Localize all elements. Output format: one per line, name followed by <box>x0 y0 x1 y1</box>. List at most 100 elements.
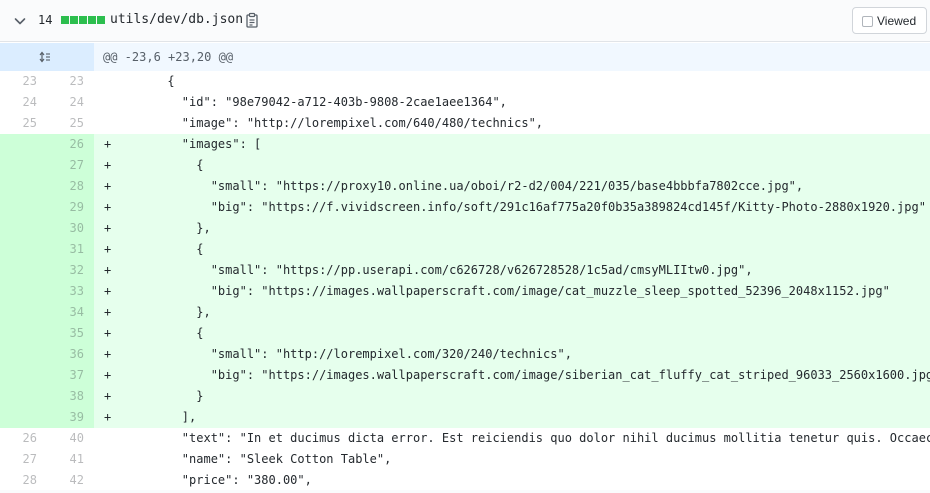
diffstat-block <box>61 16 69 24</box>
diff-marker: + <box>104 410 112 424</box>
change-count: 14 <box>38 13 53 27</box>
code-text: "big": "https://images.wallpaperscraft.c… <box>124 284 890 298</box>
code-text: { <box>124 326 204 340</box>
diffstat-block <box>79 16 87 24</box>
code-text: }, <box>124 221 211 235</box>
diff-marker: + <box>104 179 112 193</box>
added-line: 31 + { <box>0 239 930 260</box>
context-line: 27 41 "name": "Sleek Cotton Table", <box>0 449 930 470</box>
code-text: ], <box>124 410 197 424</box>
clipboard-icon[interactable] <box>244 12 260 28</box>
code-text: "small": "https://proxy10.online.ua/oboi… <box>124 179 804 193</box>
new-line-number[interactable]: 28 <box>47 176 94 197</box>
added-line: 36 + "small": "http://lorempixel.com/320/… <box>0 344 930 365</box>
new-line-number[interactable]: 29 <box>47 197 94 218</box>
context-line: 26 40 "text": "In et ducimus dicta error.… <box>0 428 930 449</box>
context-line: 28 42 "price": "380.00", <box>0 470 930 491</box>
diff-marker: + <box>104 368 112 382</box>
code-text: { <box>124 242 204 256</box>
code-text: "price": "380.00", <box>124 473 312 487</box>
code-text: "name": "Sleek Cotton Table", <box>124 452 392 466</box>
diff-marker: + <box>104 200 112 214</box>
context-line: 25 25 "image": "http://lorempixel.com/640… <box>0 113 930 134</box>
old-line-number[interactable] <box>0 386 47 407</box>
new-line-number[interactable]: 25 <box>47 113 94 134</box>
code-text: "small": "https://pp.userapi.com/c626728… <box>124 263 753 277</box>
diffstat <box>61 16 106 25</box>
file-header: 14 utils/dev/db.json Viewed <box>0 0 930 42</box>
code-text: "big": "https://f.vividscreen.info/soft/… <box>124 200 926 214</box>
old-line-number[interactable] <box>0 302 47 323</box>
code-text: "small": "http://lorempixel.com/320/240/… <box>124 347 572 361</box>
added-line: 33 + "big": "https://images.wallpaperscra… <box>0 281 930 302</box>
old-line-number[interactable] <box>0 281 47 302</box>
unfold-icon[interactable] <box>37 50 53 64</box>
chevron-down-icon[interactable] <box>12 13 28 29</box>
old-line-number[interactable]: 26 <box>0 428 47 449</box>
code-text: { <box>124 74 175 88</box>
new-line-number[interactable]: 32 <box>47 260 94 281</box>
diff-marker: + <box>104 242 112 256</box>
old-line-number[interactable]: 25 <box>0 113 47 134</box>
new-line-number[interactable]: 26 <box>47 134 94 155</box>
viewed-checkbox[interactable] <box>862 16 873 27</box>
added-line: 38 + } <box>0 386 930 407</box>
new-line-number[interactable]: 30 <box>47 218 94 239</box>
added-line: 35 + { <box>0 323 930 344</box>
new-line-number[interactable]: 37 <box>47 365 94 386</box>
added-line: 37 + "big": "https://images.wallpaperscra… <box>0 365 930 386</box>
old-line-number[interactable]: 23 <box>0 71 47 92</box>
hunk-expand-gutter[interactable] <box>0 43 94 71</box>
new-line-number[interactable]: 40 <box>47 428 94 449</box>
diff-marker: + <box>104 284 112 298</box>
old-line-number[interactable] <box>0 218 47 239</box>
new-line-number[interactable]: 34 <box>47 302 94 323</box>
old-line-number[interactable]: 27 <box>0 449 47 470</box>
old-line-number[interactable]: 24 <box>0 92 47 113</box>
new-line-number[interactable]: 23 <box>47 71 94 92</box>
old-line-number[interactable] <box>0 407 47 428</box>
old-line-number[interactable] <box>0 176 47 197</box>
new-line-number[interactable]: 38 <box>47 386 94 407</box>
new-line-number[interactable]: 35 <box>47 323 94 344</box>
new-line-number[interactable]: 39 <box>47 407 94 428</box>
context-line: 24 24 "id": "98e79042-a712-403b-9808-2cae… <box>0 92 930 113</box>
diffstat-block <box>70 16 78 24</box>
old-line-number[interactable]: 28 <box>0 470 47 491</box>
diff-marker: + <box>104 305 112 319</box>
file-name[interactable]: utils/dev/db.json <box>110 12 243 27</box>
new-line-number[interactable]: 36 <box>47 344 94 365</box>
old-line-number[interactable] <box>0 365 47 386</box>
diff-lines: 23 23 {24 24 "id": "98e79042-a712-403b-980… <box>0 71 930 491</box>
old-line-number[interactable] <box>0 155 47 176</box>
added-line: 39 + ], <box>0 407 930 428</box>
code-text: } <box>124 389 204 403</box>
new-line-number[interactable]: 27 <box>47 155 94 176</box>
code-text: "big": "https://images.wallpaperscraft.c… <box>124 368 930 382</box>
old-line-number[interactable] <box>0 197 47 218</box>
new-line-number[interactable]: 24 <box>47 92 94 113</box>
added-line: 29 + "big": "https://f.vividscreen.info/s… <box>0 197 930 218</box>
old-line-number[interactable] <box>0 134 47 155</box>
old-line-number[interactable] <box>0 239 47 260</box>
diff-marker: + <box>104 326 112 340</box>
viewed-toggle[interactable]: Viewed <box>852 7 927 34</box>
hunk-range: @@ -23,6 +23,20 @@ <box>103 50 234 64</box>
old-line-number[interactable] <box>0 260 47 281</box>
diff-marker: + <box>104 221 112 235</box>
diffstat-block <box>88 16 96 24</box>
old-line-number[interactable] <box>0 323 47 344</box>
hunk-header: @@ -23,6 +23,20 @@ <box>0 43 930 71</box>
new-line-number[interactable]: 42 <box>47 470 94 491</box>
new-line-number[interactable]: 33 <box>47 281 94 302</box>
context-line: 23 23 { <box>0 71 930 92</box>
added-line: 27 + { <box>0 155 930 176</box>
code-text: { <box>124 158 204 172</box>
code-text: }, <box>124 305 211 319</box>
new-line-number[interactable]: 31 <box>47 239 94 260</box>
new-line-number[interactable]: 41 <box>47 449 94 470</box>
added-line: 28 + "small": "https://proxy10.online.ua/… <box>0 176 930 197</box>
old-line-number[interactable] <box>0 344 47 365</box>
added-line: 32 + "small": "https://pp.userapi.com/c62… <box>0 260 930 281</box>
viewed-label: Viewed <box>877 14 917 28</box>
